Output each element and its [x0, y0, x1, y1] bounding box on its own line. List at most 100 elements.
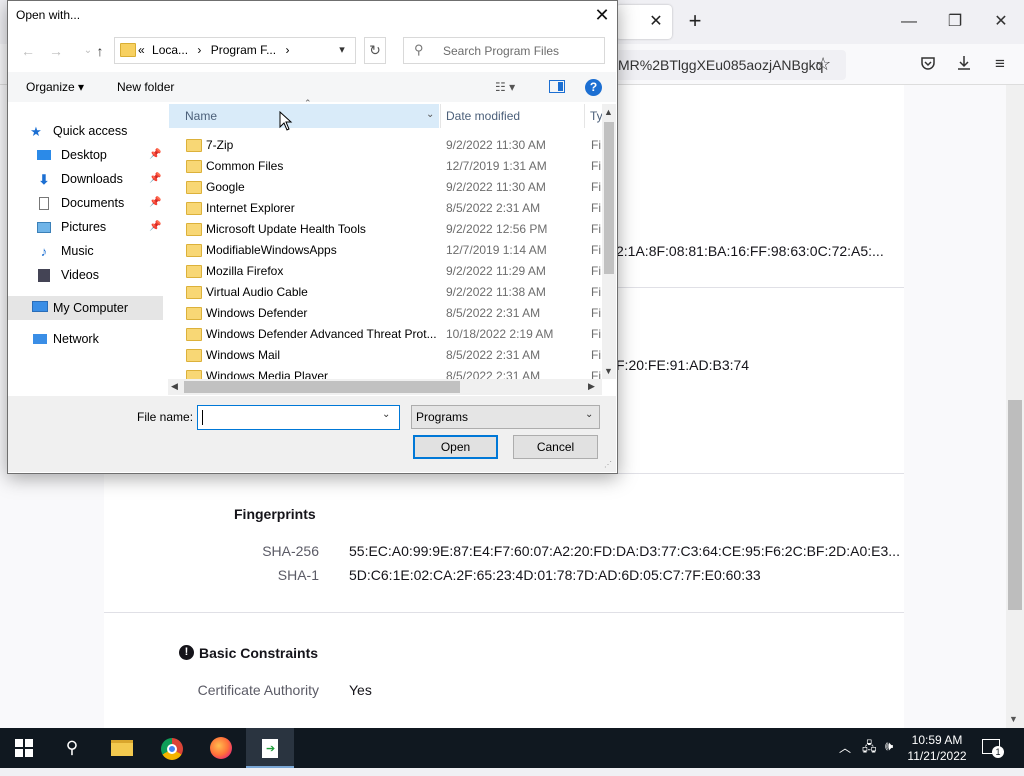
dialog-close-icon[interactable]: ✕ — [590, 4, 614, 28]
file-list-item[interactable]: Virtual Audio Cable 9/2/2022 11:38 AM Fi — [168, 282, 604, 303]
scroll-down-arrow-icon[interactable]: ▼ — [1009, 714, 1018, 724]
breadcrumb-separator-end[interactable]: › — [285, 43, 289, 57]
menu-icon[interactable]: ≡ — [988, 54, 1012, 76]
file-list-item[interactable]: ModifiableWindowsApps 12/7/2019 1:14 AM Fi — [168, 240, 604, 261]
help-icon[interactable]: ? — [585, 79, 602, 96]
page-scrollbar-thumb[interactable] — [1008, 400, 1022, 610]
preview-pane-icon[interactable] — [549, 80, 565, 93]
start-button[interactable] — [0, 728, 48, 768]
file-date-modified: 9/2/2022 11:30 AM — [446, 180, 546, 194]
view-options-icon[interactable]: ☷ ▾ — [495, 80, 515, 94]
list-vertical-thumb[interactable] — [604, 122, 614, 274]
file-name-input[interactable] — [197, 405, 400, 430]
active-app-icon[interactable]: ➔ — [246, 728, 294, 768]
firefox-icon[interactable] — [197, 728, 245, 768]
file-date-modified: 8/5/2022 2:31 AM — [446, 348, 541, 362]
file-list-item[interactable]: Microsoft Update Health Tools 9/2/2022 12… — [168, 219, 604, 240]
mouse-cursor-icon — [279, 110, 293, 134]
taskbar-search-icon[interactable]: ⚲ — [48, 728, 96, 768]
resize-grip-icon[interactable]: ⋰ — [604, 460, 612, 469]
column-divider[interactable] — [440, 104, 441, 128]
sha1-value: 5D:C6:1E:02:CA:2F:65:23:4D:01:78:7D:AD:6… — [349, 567, 761, 583]
column-type[interactable]: Ty — [590, 109, 603, 123]
breadcrumb-program-files[interactable]: Program F... — [211, 43, 276, 57]
scroll-down-icon[interactable]: ▼ — [604, 366, 613, 376]
refresh-icon[interactable]: ↻ — [364, 37, 386, 64]
pin-icon: 📌 — [149, 149, 162, 160]
folder-icon — [186, 139, 202, 152]
back-arrow-icon[interactable]: ← — [17, 40, 39, 62]
scroll-left-icon[interactable]: ◀ — [171, 381, 178, 392]
star-icon: ★ — [30, 124, 42, 139]
file-list-item[interactable]: Windows Defender Advanced Threat Prot...… — [168, 324, 604, 345]
file-name: ModifiableWindowsApps — [206, 243, 337, 257]
forward-arrow-icon[interactable]: → — [45, 40, 67, 62]
network-icon — [32, 332, 48, 347]
breadcrumb-overflow[interactable]: « — [138, 43, 145, 57]
search-input[interactable]: Search Program Files — [443, 44, 559, 58]
file-name: Windows Defender Advanced Threat Prot... — [206, 327, 436, 341]
clock[interactable]: 10:59 AM 11/21/2022 — [906, 732, 968, 764]
file-list-item[interactable]: Windows Defender 8/5/2022 2:31 AM Fi — [168, 303, 604, 324]
file-type: Fi — [591, 138, 601, 152]
nav-my-computer[interactable]: My Computer — [8, 296, 163, 320]
breadcrumb-separator[interactable]: › — [197, 43, 201, 57]
pin-icon: 📌 — [149, 221, 162, 232]
cancel-button[interactable]: Cancel — [513, 435, 598, 459]
nav-quick-access[interactable]: ★ Quick access — [28, 121, 184, 143]
computer-icon — [32, 300, 48, 315]
file-list-item[interactable]: Google 9/2/2022 11:30 AM Fi — [168, 177, 604, 198]
address-dropdown-icon[interactable]: ▾ — [330, 37, 354, 64]
scroll-up-icon[interactable]: ▲ — [604, 107, 613, 117]
sha256-label: SHA-256 — [262, 543, 319, 559]
file-explorer-icon[interactable] — [98, 728, 146, 768]
file-date-modified: 9/2/2022 11:30 AM — [446, 138, 546, 152]
file-type-dropdown-icon[interactable]: ⌄ — [585, 409, 593, 420]
new-folder-button[interactable]: New folder — [117, 80, 174, 94]
file-list-item[interactable]: Internet Explorer 8/5/2022 2:31 AM Fi — [168, 198, 604, 219]
show-hidden-icons[interactable]: ︿ — [839, 739, 851, 756]
file-date-modified: 8/5/2022 2:31 AM — [446, 201, 541, 215]
file-type: Fi — [591, 285, 601, 299]
breadcrumb-local-disk[interactable]: Loca... — [152, 43, 188, 57]
downloads-icon[interactable] — [952, 54, 976, 76]
column-name-label[interactable]: Name — [185, 109, 217, 123]
pocket-icon[interactable] — [916, 54, 940, 76]
nav-documents-label: Documents — [61, 196, 125, 210]
up-arrow-icon[interactable]: ↑ — [89, 40, 111, 62]
tab-close-icon[interactable]: ✕ — [646, 12, 666, 32]
folder-icon — [120, 43, 136, 57]
nav-network[interactable]: Network — [32, 329, 188, 351]
close-window-icon[interactable]: ✕ — [986, 8, 1016, 36]
documents-icon — [36, 196, 52, 211]
minimize-icon[interactable]: — — [894, 8, 924, 36]
open-button[interactable]: Open — [413, 435, 498, 459]
scroll-right-icon[interactable]: ▶ — [588, 381, 595, 392]
search-icon: ⚲ — [414, 42, 424, 57]
file-list-item[interactable]: 7-Zip 9/2/2022 11:30 AM Fi — [168, 135, 604, 156]
folder-icon — [186, 307, 202, 320]
file-name: Mozilla Firefox — [206, 264, 284, 278]
column-name-dropdown-icon[interactable]: ⌄ — [426, 109, 434, 120]
file-list-item[interactable]: Windows Mail 8/5/2022 2:31 AM Fi — [168, 345, 604, 366]
folder-icon — [186, 328, 202, 341]
chrome-icon[interactable] — [148, 728, 196, 768]
column-date-modified[interactable]: Date modified — [446, 109, 520, 123]
bookmark-star-icon[interactable]: ☆ — [815, 54, 831, 75]
file-name-dropdown-icon[interactable]: ⌄ — [382, 409, 390, 420]
organize-button[interactable]: Organize ▾ — [26, 80, 84, 94]
address-breadcrumb[interactable]: « Loca... › Program F... › — [138, 43, 289, 57]
column-divider[interactable] — [584, 104, 585, 128]
restore-icon[interactable]: ❐ — [940, 8, 970, 36]
new-tab-icon[interactable]: + — [683, 10, 707, 34]
file-date-modified: 9/2/2022 11:29 AM — [446, 264, 546, 278]
file-name: Microsoft Update Health Tools — [206, 222, 366, 236]
notifications-icon[interactable]: 1 — [982, 739, 1004, 758]
volume-icon[interactable]: 🕪 — [885, 738, 893, 754]
file-name: Internet Explorer — [206, 201, 295, 215]
nav-downloads-label: Downloads — [61, 172, 123, 186]
file-list-item[interactable]: Mozilla Firefox 9/2/2022 11:29 AM Fi — [168, 261, 604, 282]
file-list-item[interactable]: Common Files 12/7/2019 1:31 AM Fi — [168, 156, 604, 177]
network-tray-icon[interactable]: 🖧 — [862, 738, 877, 760]
list-horizontal-thumb[interactable] — [184, 381, 460, 393]
